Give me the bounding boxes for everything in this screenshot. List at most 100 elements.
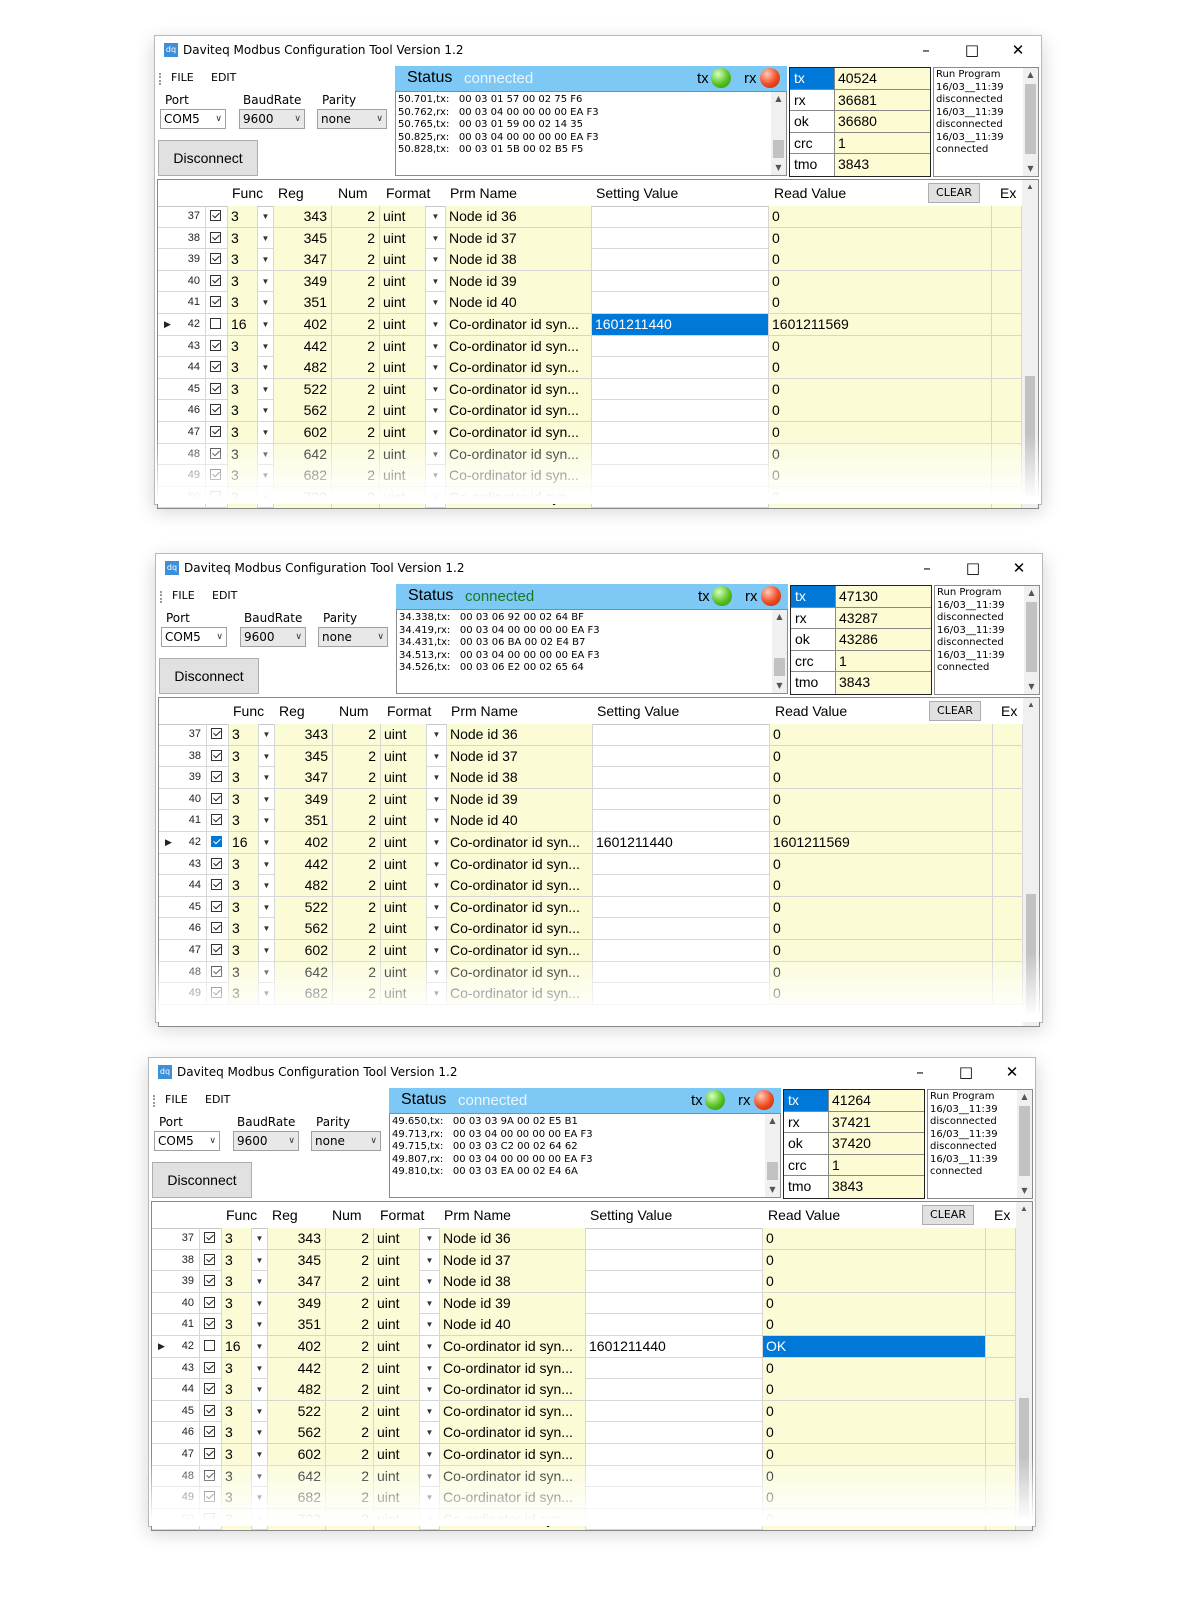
cell-ex[interactable] <box>993 767 1023 789</box>
func-dropdown[interactable]: ▼ <box>252 1487 268 1509</box>
cell-num[interactable]: 2 <box>333 788 381 810</box>
cell-check[interactable] <box>200 1228 222 1249</box>
cell-name[interactable]: Co-ordinator id syn... <box>446 465 592 487</box>
cell-check[interactable] <box>207 788 229 810</box>
cell-ex[interactable] <box>993 983 1023 1005</box>
cell-setting[interactable] <box>592 400 769 422</box>
cell-check[interactable] <box>207 767 229 789</box>
clear-button[interactable]: CLEAR <box>928 183 980 203</box>
cell-ex[interactable] <box>986 1400 1016 1422</box>
column-header-func[interactable]: Func <box>232 185 263 201</box>
enable-checkbox[interactable] <box>210 426 221 437</box>
cell-read[interactable]: 0 <box>763 1292 986 1314</box>
enable-checkbox[interactable] <box>211 879 222 891</box>
cell-num[interactable]: 2 <box>333 810 381 832</box>
enable-checkbox[interactable] <box>204 1383 215 1395</box>
cell-format[interactable]: uint <box>374 1487 420 1509</box>
cell-name[interactable]: Node id 36 <box>446 206 592 227</box>
cell-name[interactable]: Co-ordinator id syn... <box>446 335 592 357</box>
cell-read[interactable]: 0 <box>763 1487 986 1509</box>
scroll-thumb[interactable] <box>1026 602 1037 672</box>
table-row[interactable]: 40 3 ▼ 349 2 uint ▼ Node id 39 0 <box>158 270 1022 293</box>
enable-checkbox[interactable] <box>204 1340 215 1351</box>
baudrate-select[interactable]: 9600 ∨ <box>240 627 306 647</box>
cell-ex[interactable] <box>986 1444 1016 1465</box>
format-dropdown[interactable]: ▼ <box>427 788 447 810</box>
cell-setting[interactable] <box>586 1228 763 1249</box>
cell-setting[interactable] <box>592 270 769 292</box>
cell-ex[interactable] <box>992 357 1022 379</box>
table-row[interactable]: 50 3 ▼ 722 2 uint ▼ Co-ordinator id syn... 0 <box>158 486 1022 508</box>
enable-checkbox[interactable] <box>204 1253 215 1265</box>
cell-reg[interactable]: 349 <box>275 788 333 810</box>
cell-check[interactable] <box>207 918 229 940</box>
scroll-down-icon[interactable]: ▼ <box>1023 162 1038 176</box>
cell-reg[interactable]: 602 <box>275 940 333 961</box>
cell-reg[interactable]: 682 <box>275 983 333 1005</box>
cell-setting[interactable] <box>592 378 769 400</box>
cell-name[interactable]: Co-ordinator id syn... <box>447 875 593 897</box>
cell-func[interactable]: 3 <box>229 940 259 961</box>
cell-reg[interactable]: 347 <box>275 767 333 789</box>
format-dropdown[interactable]: ▼ <box>427 810 447 832</box>
table-row[interactable]: 44 3 ▼ 482 2 uint ▼ Co-ordinator id syn... 0 <box>152 1379 1016 1401</box>
cell-check[interactable] <box>200 1487 222 1509</box>
func-dropdown[interactable]: ▼ <box>259 896 275 918</box>
cell-name[interactable]: Co-ordinator id syn... <box>447 918 593 940</box>
cell-check[interactable] <box>207 961 229 983</box>
cell-func[interactable]: 3 <box>222 1292 252 1314</box>
cell-num[interactable]: 2 <box>326 1292 374 1314</box>
cell-reg[interactable]: 562 <box>268 1422 326 1444</box>
cell-read[interactable]: 0 <box>763 1508 986 1530</box>
cell-name[interactable]: Co-ordinator id syn... <box>440 1422 586 1444</box>
cell-setting[interactable] <box>586 1357 763 1379</box>
cell-format[interactable]: uint <box>374 1271 420 1293</box>
cell-check[interactable] <box>200 1292 222 1314</box>
table-row[interactable]: 43 3 ▼ 442 2 uint ▼ Co-ordinator id syn... 0 <box>158 335 1022 358</box>
cell-read[interactable]: 0 <box>769 227 992 249</box>
cell-reg[interactable]: 682 <box>268 1487 326 1509</box>
cell-ex[interactable] <box>993 745 1023 767</box>
menu-file[interactable]: FILE <box>165 1093 188 1106</box>
column-header-num[interactable]: Num <box>339 703 369 719</box>
table-row[interactable]: 47 3 ▼ 602 2 uint ▼ Co-ordinator id syn... 0 <box>152 1444 1016 1466</box>
cell-name[interactable]: Node id 37 <box>446 227 592 249</box>
column-header-setting-value[interactable]: Setting Value <box>590 1207 672 1223</box>
cell-reg[interactable]: 442 <box>275 853 333 875</box>
cell-ex[interactable] <box>986 1422 1016 1444</box>
cell-reg[interactable]: 562 <box>275 918 333 940</box>
cell-func[interactable]: 3 <box>222 1487 252 1509</box>
table-row[interactable]: 39 3 ▼ 347 2 uint ▼ Node id 38 0 <box>159 767 1023 789</box>
cell-num[interactable]: 2 <box>326 1379 374 1401</box>
cell-format[interactable]: uint <box>381 832 427 853</box>
cell-setting[interactable] <box>592 335 769 357</box>
cell-ex[interactable] <box>993 810 1023 832</box>
func-dropdown[interactable]: ▼ <box>259 983 275 1005</box>
cell-setting[interactable] <box>586 1249 763 1271</box>
cell-func[interactable]: 3 <box>222 1508 252 1530</box>
enable-checkbox[interactable] <box>204 1469 215 1481</box>
cell-ex[interactable] <box>993 853 1023 875</box>
scroll-down-icon[interactable]: ▼ <box>772 679 787 693</box>
cell-setting[interactable] <box>592 227 769 249</box>
column-header-prm-name[interactable]: Prm Name <box>444 1207 511 1223</box>
cell-reg[interactable]: 402 <box>274 314 332 335</box>
traffic-log[interactable]: 50.701,tx: 00 03 01 57 00 02 75 F6 50.762… <box>395 91 787 176</box>
cell-format[interactable]: uint <box>380 465 426 487</box>
cell-reg[interactable]: 602 <box>274 422 332 443</box>
format-dropdown[interactable]: ▼ <box>427 940 447 961</box>
cell-setting[interactable]: 1601211440 <box>592 314 769 335</box>
enable-checkbox[interactable] <box>204 1512 215 1524</box>
format-dropdown[interactable]: ▼ <box>420 1336 440 1357</box>
enable-checkbox[interactable] <box>211 792 222 804</box>
cell-func[interactable]: 3 <box>222 1228 252 1249</box>
cell-check[interactable] <box>206 378 228 400</box>
cell-read[interactable]: 0 <box>769 206 992 227</box>
cell-setting[interactable] <box>593 940 770 961</box>
cell-reg[interactable]: 722 <box>274 486 332 508</box>
cell-read[interactable]: 0 <box>769 422 992 443</box>
cell-setting[interactable] <box>592 486 769 508</box>
func-dropdown[interactable]: ▼ <box>258 422 274 443</box>
cell-read[interactable]: 0 <box>769 335 992 357</box>
cell-format[interactable]: uint <box>380 422 426 443</box>
